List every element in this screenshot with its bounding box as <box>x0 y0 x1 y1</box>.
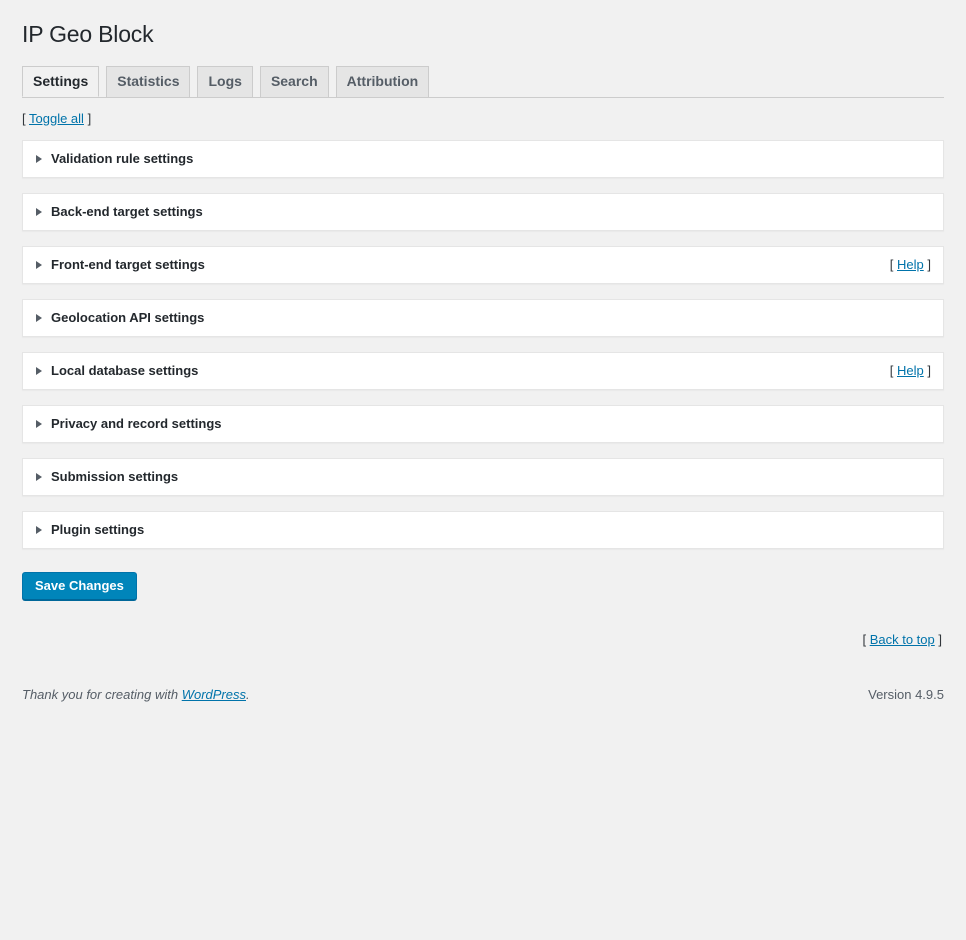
tab-bar: SettingsStatisticsLogs SearchAttribution <box>22 57 944 98</box>
triangle-right-icon[interactable] <box>36 261 42 269</box>
panel-title-text: Plugin settings <box>51 522 144 538</box>
help-open-bracket: [ <box>890 363 894 378</box>
toggle-close-bracket: ] <box>88 111 92 126</box>
submit-row: Save Changes <box>22 564 944 600</box>
back-to-top-link[interactable]: Back to top <box>870 632 935 647</box>
panel-header: Plugin settings <box>36 522 931 538</box>
triangle-right-icon[interactable] <box>36 155 42 163</box>
help-close-bracket: ] <box>927 363 931 378</box>
help-link[interactable]: Help <box>897 257 924 272</box>
back-to-top-close-bracket: ] <box>938 632 942 647</box>
panel-header: Front-end target settings <box>36 257 890 273</box>
wordpress-link[interactable]: WordPress <box>182 687 246 702</box>
triangle-right-icon[interactable] <box>36 473 42 481</box>
panel-back-end-target-settings[interactable]: Back-end target settings <box>22 193 944 231</box>
panel-geolocation-api-settings[interactable]: Geolocation API settings <box>22 299 944 337</box>
panel-header: Privacy and record settings <box>36 416 931 432</box>
wordpress-version: Version 4.9.5 <box>868 687 944 702</box>
save-changes-button[interactable]: Save Changes <box>22 572 137 600</box>
panel-help-wrapper: [ Help ] <box>890 363 931 379</box>
panel-validation-rule-settings[interactable]: Validation rule settings <box>22 140 944 178</box>
panel-header: Back-end target settings <box>36 204 931 220</box>
help-open-bracket: [ <box>890 257 894 272</box>
tab-search[interactable]: Search <box>260 66 329 97</box>
help-link[interactable]: Help <box>897 363 924 378</box>
panel-header: Local database settings <box>36 363 890 379</box>
footer-thanks: Thank you for creating with WordPress. <box>22 687 250 702</box>
back-to-top-row: [ Back to top ] <box>22 600 944 647</box>
panel-title-text: Front-end target settings <box>51 257 205 273</box>
tab-statistics[interactable]: Statistics <box>106 66 190 97</box>
toggle-all-link[interactable]: Toggle all <box>29 111 84 126</box>
panel-header: Submission settings <box>36 469 931 485</box>
panel-title-text: Geolocation API settings <box>51 310 204 326</box>
toggle-all-line: [ Toggle all ] <box>22 98 944 138</box>
admin-page-wrap: IP Geo Block SettingsStatisticsLogs Searc… <box>0 0 966 702</box>
panel-plugin-settings[interactable]: Plugin settings <box>22 511 944 549</box>
tab-attribution[interactable]: Attribution <box>336 66 430 97</box>
panel-help-wrapper: [ Help ] <box>890 257 931 273</box>
panel-front-end-target-settings[interactable]: Front-end target settings [ Help ] <box>22 246 944 284</box>
settings-accordion: Validation rule settings Back-end target … <box>22 140 944 549</box>
panel-submission-settings[interactable]: Submission settings <box>22 458 944 496</box>
help-close-bracket: ] <box>927 257 931 272</box>
panel-privacy-and-record-settings[interactable]: Privacy and record settings <box>22 405 944 443</box>
panel-title-text: Local database settings <box>51 363 198 379</box>
panel-title-text: Back-end target settings <box>51 204 203 220</box>
triangle-right-icon[interactable] <box>36 314 42 322</box>
panel-title-text: Validation rule settings <box>51 151 193 167</box>
page-title: IP Geo Block <box>22 0 944 57</box>
toggle-open-bracket: [ <box>22 111 26 126</box>
tab-settings[interactable]: Settings <box>22 66 99 97</box>
triangle-right-icon[interactable] <box>36 208 42 216</box>
footer-thanks-suffix: . <box>246 687 250 702</box>
panel-title-text: Privacy and record settings <box>51 416 222 432</box>
admin-footer: Thank you for creating with WordPress. V… <box>22 647 944 702</box>
panel-local-database-settings[interactable]: Local database settings [ Help ] <box>22 352 944 390</box>
back-to-top-open-bracket: [ <box>862 632 866 647</box>
tab-logs[interactable]: Logs <box>197 66 252 97</box>
panel-title-text: Submission settings <box>51 469 178 485</box>
triangle-right-icon[interactable] <box>36 420 42 428</box>
panel-header: Validation rule settings <box>36 151 931 167</box>
triangle-right-icon[interactable] <box>36 367 42 375</box>
footer-thanks-prefix: Thank you for creating with <box>22 687 182 702</box>
triangle-right-icon[interactable] <box>36 526 42 534</box>
panel-header: Geolocation API settings <box>36 310 931 326</box>
